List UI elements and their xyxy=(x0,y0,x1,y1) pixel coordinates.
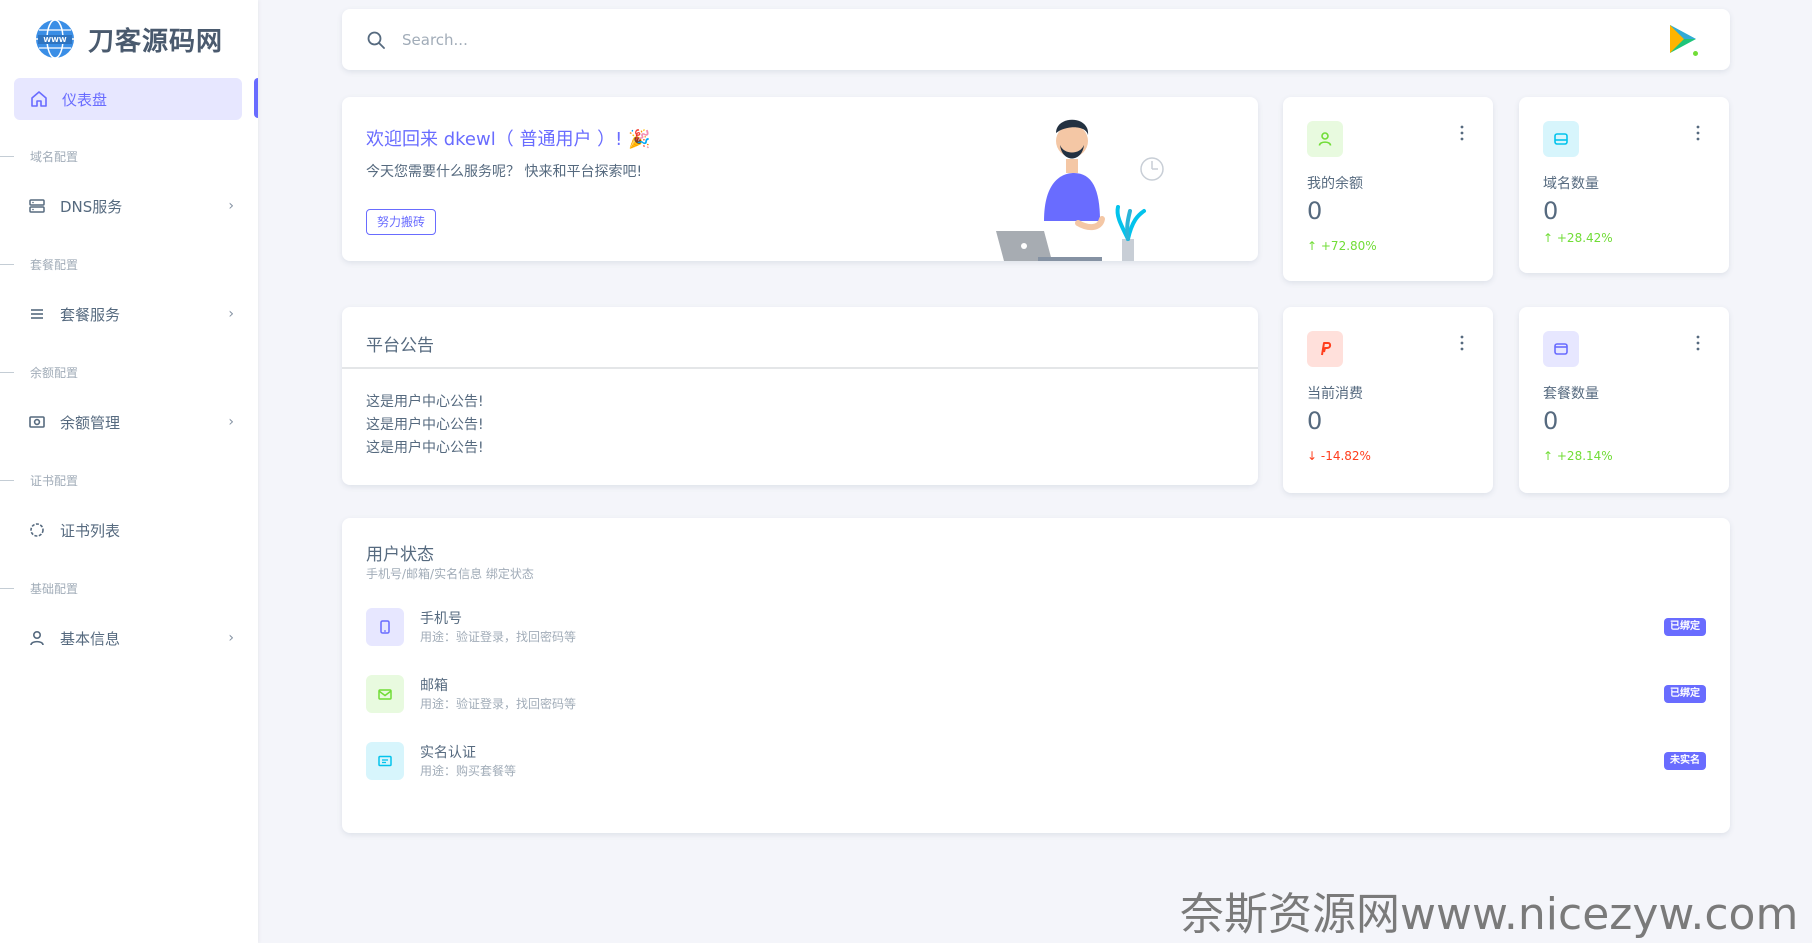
chevron-right-icon: › xyxy=(228,414,234,430)
sidebar-item-label: 基本信息 xyxy=(60,629,121,648)
section-head-basic: 基础配置 xyxy=(0,580,78,597)
notice-title: 平台公告 xyxy=(366,336,434,356)
chevron-right-icon: › xyxy=(228,198,234,214)
section-head-domain: 域名配置 xyxy=(0,148,78,165)
welcome-card: 欢迎回来 dkewl（ 普通用户 ）! 🎉 今天您需要什么服务呢？ 快来和平台探… xyxy=(342,97,1258,261)
svg-text:WWW: WWW xyxy=(43,36,66,44)
sidebar-item-balance[interactable]: 余额管理 › xyxy=(28,402,238,442)
sidebar-item-cert[interactable]: 证书列表 xyxy=(28,510,238,550)
more-vertical-icon[interactable] xyxy=(1459,125,1465,141)
notice-body: 这是用户中心公告! 这是用户中心公告! 这是用户中心公告! xyxy=(366,391,484,460)
server-icon xyxy=(28,197,46,215)
top-navbar xyxy=(342,9,1730,70)
stat-change: ↑ +28.42% xyxy=(1543,231,1613,245)
user-icon xyxy=(1307,121,1343,157)
status-badge: 未实名 xyxy=(1664,752,1706,770)
sidebar-item-label: 证书列表 xyxy=(60,521,121,540)
stat-card-spending: 当前消费 0 ↓ -14.82% xyxy=(1283,307,1493,493)
stat-change: ↑ +72.80% xyxy=(1307,239,1377,253)
sidebar-item-label: 套餐服务 xyxy=(60,305,121,324)
notice-line: 这是用户中心公告! xyxy=(366,440,484,456)
online-status-dot xyxy=(1691,49,1700,58)
status-desc: 用途：购买套餐等 xyxy=(420,764,517,778)
sidebar: WWW 刀客源码网 仪表盘 域名配置 DNS服务 › 套餐配置 套餐服务 › 余… xyxy=(0,0,258,943)
mail-icon xyxy=(366,675,404,713)
active-indicator xyxy=(254,78,258,118)
stat-label: 当前消费 xyxy=(1307,386,1363,402)
status-name: 手机号 xyxy=(420,611,462,627)
stat-label: 套餐数量 xyxy=(1543,386,1599,402)
money-icon xyxy=(28,413,46,431)
status-badge: 已绑定 xyxy=(1664,618,1706,636)
search-icon xyxy=(367,31,385,49)
welcome-title: 欢迎回来 dkewl（ 普通用户 ）! 🎉 xyxy=(366,129,651,150)
arrow-up-icon: ↑ xyxy=(1543,231,1557,245)
notice-line: 这是用户中心公告! xyxy=(366,417,484,433)
section-head-cert: 证书配置 xyxy=(0,472,78,489)
sidebar-item-basic-info[interactable]: 基本信息 › xyxy=(28,618,238,658)
status-desc: 用途：验证登录，找回密码等 xyxy=(420,697,577,711)
sidebar-item-label: 余额管理 xyxy=(60,413,121,432)
brand[interactable]: WWW 刀客源码网 xyxy=(34,18,223,60)
user-icon xyxy=(28,629,46,647)
menu-icon xyxy=(28,305,46,323)
paypal-icon xyxy=(1307,331,1343,367)
watermark-text: 奈斯资源网www.nicezyw.com xyxy=(1180,889,1799,940)
stat-value: 0 xyxy=(1307,407,1323,435)
sidebar-item-label: 仪表盘 xyxy=(62,90,108,109)
arrow-down-icon: ↓ xyxy=(1307,449,1321,463)
stat-label: 域名数量 xyxy=(1543,176,1599,192)
chevron-right-icon: › xyxy=(228,306,234,322)
list-item-realname: 实名认证 用途：购买套餐等 未实名 xyxy=(366,742,1706,782)
id-card-icon xyxy=(366,742,404,780)
more-vertical-icon[interactable] xyxy=(1459,335,1465,351)
arrow-up-icon: ↑ xyxy=(1543,449,1557,463)
arrow-up-icon: ↑ xyxy=(1307,239,1321,253)
stat-value: 0 xyxy=(1543,197,1559,225)
stat-card-domains: 域名数量 0 ↑ +28.42% xyxy=(1519,97,1729,273)
drive-icon xyxy=(1543,121,1579,157)
home-icon xyxy=(30,90,48,108)
sidebar-item-plan[interactable]: 套餐服务 › xyxy=(28,294,238,334)
more-vertical-icon[interactable] xyxy=(1695,125,1701,141)
section-head-plan: 套餐配置 xyxy=(0,256,78,273)
stat-card-balance: 我的余额 0 ↑ +72.80% xyxy=(1283,97,1493,281)
stat-card-plans: 套餐数量 0 ↑ +28.14% xyxy=(1519,307,1729,493)
user-status-title: 用户状态 xyxy=(366,545,434,565)
status-name: 邮箱 xyxy=(420,678,448,694)
welcome-button[interactable]: 努力搬砖 xyxy=(366,209,437,235)
divider xyxy=(342,367,1258,369)
stat-value: 0 xyxy=(1543,407,1559,435)
sidebar-item-dashboard[interactable]: 仪表盘 xyxy=(14,78,242,120)
section-head-balance: 余额配置 xyxy=(0,364,78,381)
globe-logo-icon: WWW xyxy=(36,19,74,59)
user-status-subtitle: 手机号/邮箱/实名信息 绑定状态 xyxy=(366,567,534,581)
stat-label: 我的余额 xyxy=(1307,176,1363,192)
chevron-right-icon: › xyxy=(228,630,234,646)
list-item-email: 邮箱 用途：验证登录，找回密码等 已绑定 xyxy=(366,675,1706,715)
status-name: 实名认证 xyxy=(420,745,476,761)
notice-line: 这是用户中心公告! xyxy=(366,394,484,410)
sidebar-item-label: DNS服务 xyxy=(60,197,123,216)
man-with-laptop-illustration xyxy=(996,119,1164,261)
sidebar-item-dns[interactable]: DNS服务 › xyxy=(28,186,238,226)
stat-change: ↓ -14.82% xyxy=(1307,449,1371,463)
welcome-subtitle: 今天您需要什么服务呢？ 快来和平台探索吧! xyxy=(366,164,643,180)
brand-name: 刀客源码网 xyxy=(88,26,224,57)
more-vertical-icon[interactable] xyxy=(1695,335,1701,351)
user-status-card: 用户状态 手机号/邮箱/实名信息 绑定状态 手机号 用途：验证登录，找回密码等 … xyxy=(342,518,1730,833)
list-item-phone: 手机号 用途：验证登录，找回密码等 已绑定 xyxy=(366,608,1706,648)
phone-icon xyxy=(366,608,404,646)
status-desc: 用途：验证登录，找回密码等 xyxy=(420,630,577,644)
stat-change: ↑ +28.14% xyxy=(1543,449,1613,463)
notice-card: 平台公告 这是用户中心公告! 这是用户中心公告! 这是用户中心公告! xyxy=(342,307,1258,485)
search-input[interactable] xyxy=(402,30,802,49)
status-badge: 已绑定 xyxy=(1664,685,1706,703)
wallet-icon xyxy=(1543,331,1579,367)
badge-icon xyxy=(28,521,46,539)
stat-value: 0 xyxy=(1307,197,1323,225)
